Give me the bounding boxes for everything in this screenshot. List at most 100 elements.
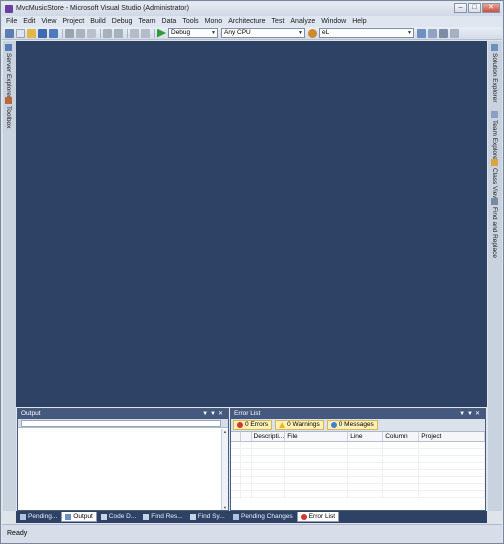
navigate-forward-icon[interactable] (141, 28, 150, 38)
close-icon[interactable]: ✕ (475, 411, 482, 417)
table-cell (240, 462, 252, 470)
menu-build[interactable]: Build (90, 18, 106, 25)
menu-tools[interactable]: Tools (182, 18, 198, 25)
server-explorer-tab[interactable]: Server Explorer (5, 44, 12, 98)
menu-architecture[interactable]: Architecture (228, 18, 265, 25)
table-cell (231, 441, 241, 449)
copy-icon[interactable] (76, 28, 85, 38)
column-header[interactable] (231, 432, 241, 442)
find-combo[interactable]: eL ▼ (319, 28, 414, 38)
toolbox-icon (5, 97, 12, 104)
menu-edit[interactable]: Edit (23, 18, 35, 25)
table-row (231, 441, 485, 449)
tab-label: Pending Changes (241, 513, 293, 520)
open-file-icon[interactable] (27, 28, 36, 38)
new-project-icon[interactable] (5, 28, 14, 38)
window-position-icon[interactable]: ▼ (459, 411, 467, 417)
output-text-area[interactable] (18, 429, 221, 510)
table-cell (240, 448, 252, 456)
column-header-project[interactable]: Project (418, 432, 485, 442)
output-tab-strip: Pending... Output Code D... Find Res... … (17, 511, 229, 522)
menu-help[interactable]: Help (352, 18, 366, 25)
navigate-backward-icon[interactable] (130, 28, 139, 38)
table-cell (231, 455, 241, 463)
cut-icon[interactable] (65, 28, 74, 38)
warnings-filter-button[interactable]: 0 Warnings (275, 420, 324, 430)
column-header-file[interactable]: File (284, 432, 349, 442)
toolbox-tab[interactable]: Toolbox (5, 97, 12, 128)
solution-explorer-tab[interactable]: Solution Explorer (491, 44, 498, 103)
find-and-replace-tab[interactable]: Find and Replace (491, 198, 498, 258)
output-scrollbar[interactable]: ▲ ▼ (221, 429, 228, 510)
undo-icon[interactable] (103, 28, 112, 38)
output-window: Output ▼▼✕ ▲ ▼ (17, 408, 229, 511)
tab-pending-checkins[interactable]: Pending... (17, 512, 60, 522)
errors-filter-button[interactable]: 0 Errors (233, 420, 273, 430)
table-cell (284, 441, 349, 449)
column-header-description[interactable]: Descripti... (251, 432, 286, 442)
tab-output[interactable]: Output (61, 512, 97, 522)
title-bar: MvcMusicStore - Microsoft Visual Studio … (2, 2, 502, 16)
output-source-toolbar (18, 419, 228, 428)
menu-analyze[interactable]: Analyze (290, 18, 315, 25)
solution-platform-select[interactable]: Any CPU ▼ (221, 28, 305, 38)
table-cell (284, 490, 349, 498)
maximize-button[interactable]: □ (468, 3, 481, 13)
menu-project[interactable]: Project (62, 18, 84, 25)
table-row (231, 490, 485, 498)
solution-configuration-select[interactable]: Debug ▼ (168, 28, 218, 38)
scroll-up-icon[interactable]: ▲ (222, 429, 228, 434)
auto-hide-pin-icon[interactable]: ▼ (467, 411, 475, 417)
class-view-label: Class View (491, 168, 498, 201)
paste-icon[interactable] (87, 28, 96, 38)
menu-data[interactable]: Data (162, 18, 177, 25)
error-list-window: Error List ▼▼✕ 0 Errors 0 Warnings 0 Mes… (230, 408, 486, 511)
menu-mono[interactable]: Mono (205, 18, 223, 25)
solution-explorer-icon[interactable] (417, 28, 426, 38)
object-browser-icon[interactable] (439, 28, 448, 38)
messages-filter-button[interactable]: 0 Messages (326, 420, 378, 430)
standard-toolbar: Debug ▼ Any CPU ▼ eL ▼ (2, 27, 502, 40)
menu-window[interactable]: Window (321, 18, 346, 25)
class-view-tab[interactable]: Class View (491, 159, 498, 200)
tab-find-symbol[interactable]: Find Sy... (187, 512, 228, 522)
table-cell (347, 490, 384, 498)
save-icon[interactable] (38, 28, 47, 38)
add-item-icon[interactable] (16, 28, 25, 38)
output-source-select[interactable] (21, 420, 221, 427)
menu-debug[interactable]: Debug (112, 18, 133, 25)
properties-window-icon[interactable] (428, 28, 437, 38)
menu-view[interactable]: View (41, 18, 56, 25)
menu-file[interactable]: File (6, 18, 17, 25)
menu-team[interactable]: Team (138, 18, 155, 25)
redo-icon[interactable] (114, 28, 123, 38)
window-position-icon[interactable]: ▼ (202, 411, 210, 417)
tab-error-list[interactable]: Error List (296, 512, 340, 522)
toolbox-icon[interactable] (450, 28, 459, 38)
table-cell (418, 490, 485, 498)
tab-pending-changes[interactable]: Pending Changes (230, 512, 296, 522)
error-list-title: Error List (234, 410, 261, 417)
table-cell (231, 476, 241, 484)
close-icon[interactable]: ✕ (218, 411, 225, 417)
start-debugging-icon[interactable] (157, 28, 166, 38)
column-header-column[interactable]: Column (382, 432, 420, 442)
find-in-files-icon[interactable] (308, 28, 317, 38)
menu-test[interactable]: Test (272, 18, 285, 25)
close-button[interactable]: ✕ (482, 3, 500, 13)
column-header-line[interactable]: Line (347, 432, 384, 442)
messages-count: 0 Messages (338, 421, 374, 428)
table-cell (347, 455, 384, 463)
scroll-down-icon[interactable]: ▼ (222, 505, 228, 510)
team-explorer-icon (491, 111, 498, 118)
auto-hide-pin-icon[interactable]: ▼ (210, 411, 218, 417)
column-header[interactable] (240, 432, 252, 442)
tab-find-results[interactable]: Find Res... (140, 512, 185, 522)
find-results-icon (143, 514, 150, 520)
minimize-button[interactable]: – (454, 3, 467, 13)
save-all-icon[interactable] (49, 28, 58, 38)
warning-icon (279, 422, 286, 428)
tab-code-definition[interactable]: Code D... (98, 512, 139, 522)
table-cell (418, 483, 485, 491)
team-explorer-tab[interactable]: Team Explorer (491, 111, 498, 162)
